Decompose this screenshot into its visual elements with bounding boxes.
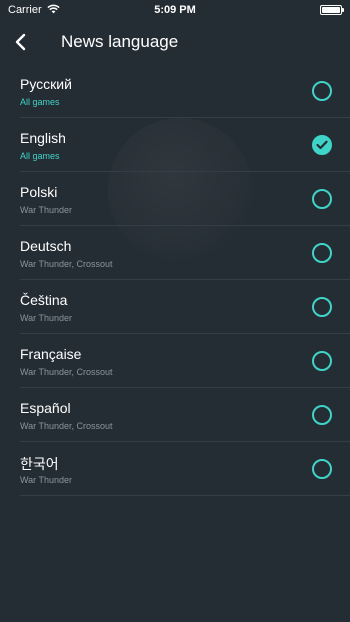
language-row[interactable]: English All games: [20, 118, 350, 172]
radio-unchecked-icon[interactable]: [312, 351, 332, 371]
language-games: War Thunder: [20, 313, 73, 323]
radio-unchecked-icon[interactable]: [312, 297, 332, 317]
language-name: Čeština: [20, 292, 68, 308]
language-name: Française: [20, 346, 82, 362]
language-row[interactable]: Polski War Thunder: [20, 172, 350, 226]
language-row[interactable]: Čeština War Thunder: [20, 280, 350, 334]
language-games: War Thunder: [20, 475, 73, 485]
language-row[interactable]: 한국어 War Thunder: [20, 442, 350, 496]
radio-checked-icon[interactable]: [312, 135, 332, 155]
chevron-left-icon: [15, 33, 26, 51]
language-name: English: [20, 130, 66, 146]
radio-unchecked-icon[interactable]: [312, 189, 332, 209]
nav-bar: News language: [0, 20, 350, 64]
language-row[interactable]: Русский All games: [20, 64, 350, 118]
language-games: War Thunder, Crossout: [20, 259, 113, 269]
language-row[interactable]: Deutsch War Thunder, Crossout: [20, 226, 350, 280]
status-bar: Carrier 5:09 PM: [0, 0, 350, 20]
status-time: 5:09 PM: [154, 4, 196, 16]
language-row[interactable]: Español War Thunder, Crossout: [20, 388, 350, 442]
radio-unchecked-icon[interactable]: [312, 405, 332, 425]
language-name: 한국어: [20, 456, 59, 472]
language-row[interactable]: Française War Thunder, Crossout: [20, 334, 350, 388]
radio-unchecked-icon[interactable]: [312, 459, 332, 479]
radio-unchecked-icon[interactable]: [312, 81, 332, 101]
language-games: All games: [20, 97, 60, 107]
language-name: Polski: [20, 184, 58, 200]
language-list: Русский All games English All games Polski Wa…: [0, 64, 350, 496]
battery-icon: [320, 5, 344, 15]
page-title: News language: [61, 32, 179, 51]
language-games: War Thunder: [20, 205, 73, 215]
language-games: War Thunder, Crossout: [20, 421, 113, 431]
language-name: Español: [20, 400, 71, 416]
language-games: All games: [20, 151, 60, 161]
language-games: War Thunder, Crossout: [20, 367, 113, 377]
back-button[interactable]: [0, 20, 40, 64]
language-name: Deutsch: [20, 238, 72, 254]
radio-unchecked-icon[interactable]: [312, 243, 332, 263]
language-name: Русский: [20, 76, 72, 92]
screen: Carrier 5:09 PM News language Русский All…: [0, 0, 350, 622]
